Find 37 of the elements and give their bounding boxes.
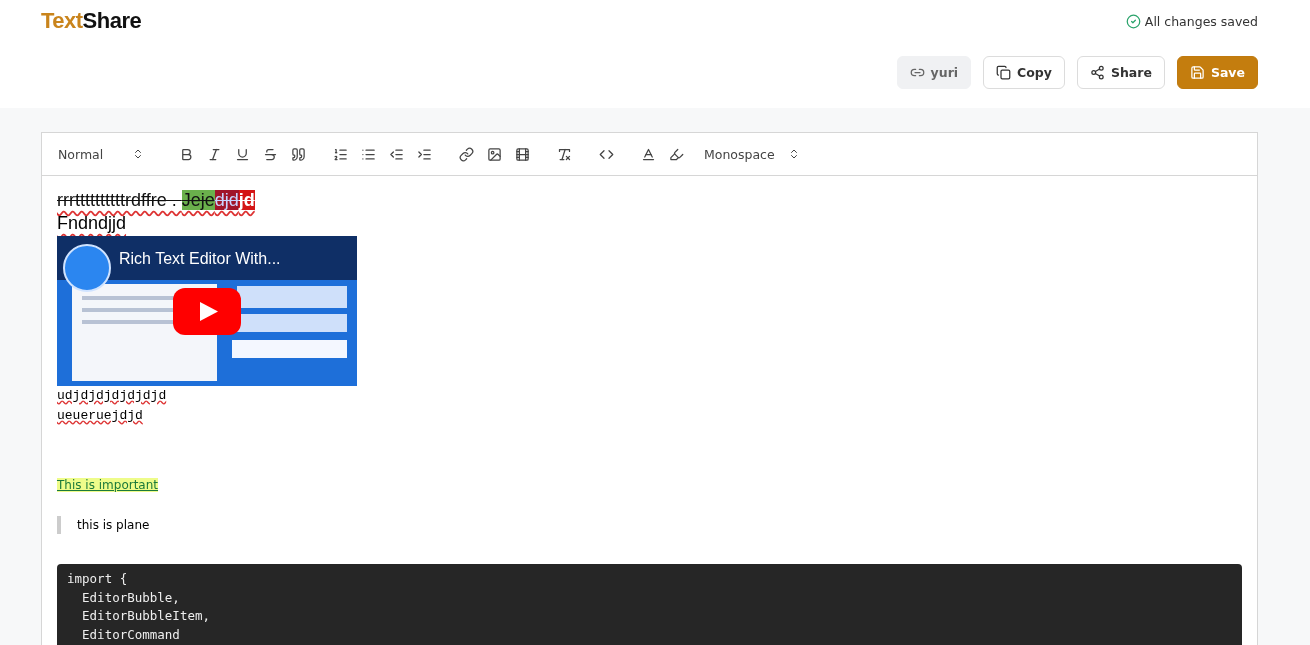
updown-icon bbox=[788, 148, 800, 160]
outdent-icon bbox=[388, 146, 404, 162]
share-button[interactable]: Share bbox=[1076, 56, 1165, 89]
video-icon bbox=[514, 146, 530, 162]
block-style-select[interactable]: Normal bbox=[58, 146, 144, 162]
link-icon bbox=[458, 146, 474, 162]
highlight-icon bbox=[668, 146, 684, 162]
check-icon bbox=[1125, 13, 1141, 29]
code-block: import { EditorBubble, EditorBubbleItem, EditorCommand bbox=[57, 564, 1242, 645]
video-title: Rich Text Editor With... bbox=[119, 250, 281, 268]
indent-icon bbox=[416, 146, 432, 162]
clear-format-icon bbox=[556, 146, 572, 162]
font-select[interactable]: Monospace bbox=[704, 146, 800, 162]
copy-button[interactable]: Copy bbox=[983, 56, 1065, 89]
quote-icon bbox=[290, 146, 306, 162]
blockquote: this is plane bbox=[57, 516, 1242, 534]
channel-avatar-icon bbox=[63, 244, 111, 292]
text-color-icon bbox=[640, 146, 656, 162]
text-line: rrrttttttttttrdffre . Jejedjdjd bbox=[57, 189, 256, 212]
copy-icon bbox=[996, 65, 1012, 80]
text-line: udjdjdjdjdjdjd bbox=[57, 387, 167, 405]
save-icon bbox=[1189, 65, 1205, 80]
underline-icon bbox=[234, 146, 250, 162]
ordered-list-icon bbox=[332, 146, 348, 162]
image-icon bbox=[486, 146, 502, 162]
link-button[interactable]: yuri bbox=[896, 56, 972, 89]
italic-icon bbox=[206, 146, 222, 162]
text-line: Fndndjjd bbox=[57, 212, 127, 234]
bullet-list-icon bbox=[360, 146, 376, 162]
highlighted-text: This is important bbox=[57, 478, 159, 492]
share-icon bbox=[1089, 65, 1105, 80]
text-line: ueueruejdjd bbox=[57, 407, 143, 425]
play-button[interactable] bbox=[173, 288, 241, 335]
save-status: All changes saved bbox=[1144, 13, 1258, 29]
updown-icon bbox=[132, 148, 144, 160]
strikethrough-icon bbox=[262, 146, 278, 162]
logo: TextShare bbox=[41, 8, 142, 34]
